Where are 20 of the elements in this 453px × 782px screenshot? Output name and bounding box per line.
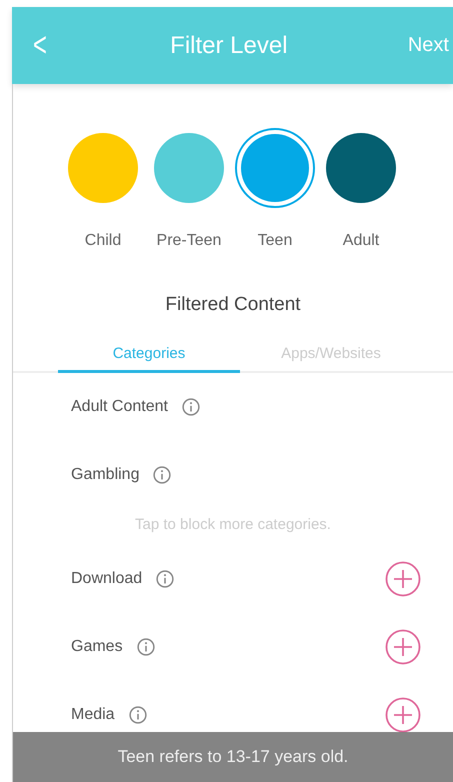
info-icon[interactable] [182, 398, 200, 416]
category-name: Adult Content [71, 398, 168, 416]
add-icon[interactable] [385, 561, 421, 597]
level-option[interactable]: Adult [325, 128, 397, 250]
info-icon[interactable] [156, 570, 174, 588]
add-icon[interactable] [385, 697, 421, 733]
category-name: Media [71, 706, 115, 724]
level-option[interactable]: Pre-Teen [153, 128, 225, 250]
info-icon[interactable] [153, 466, 172, 484]
category-name: Download [71, 570, 142, 588]
add-icon[interactable] [385, 629, 421, 665]
section-title: Filtered Content [164, 294, 302, 316]
screen-title: Filter Level [170, 32, 288, 60]
toast-message: Teen refers to 13-17 years old. [13, 732, 453, 782]
info-icon[interactable] [128, 706, 147, 724]
category-name: Games [71, 638, 123, 656]
level-option[interactable]: Child [67, 128, 139, 250]
category-name: Gambling [71, 466, 140, 484]
level-option[interactable]: Teen [239, 128, 311, 250]
info-icon[interactable] [136, 638, 155, 656]
